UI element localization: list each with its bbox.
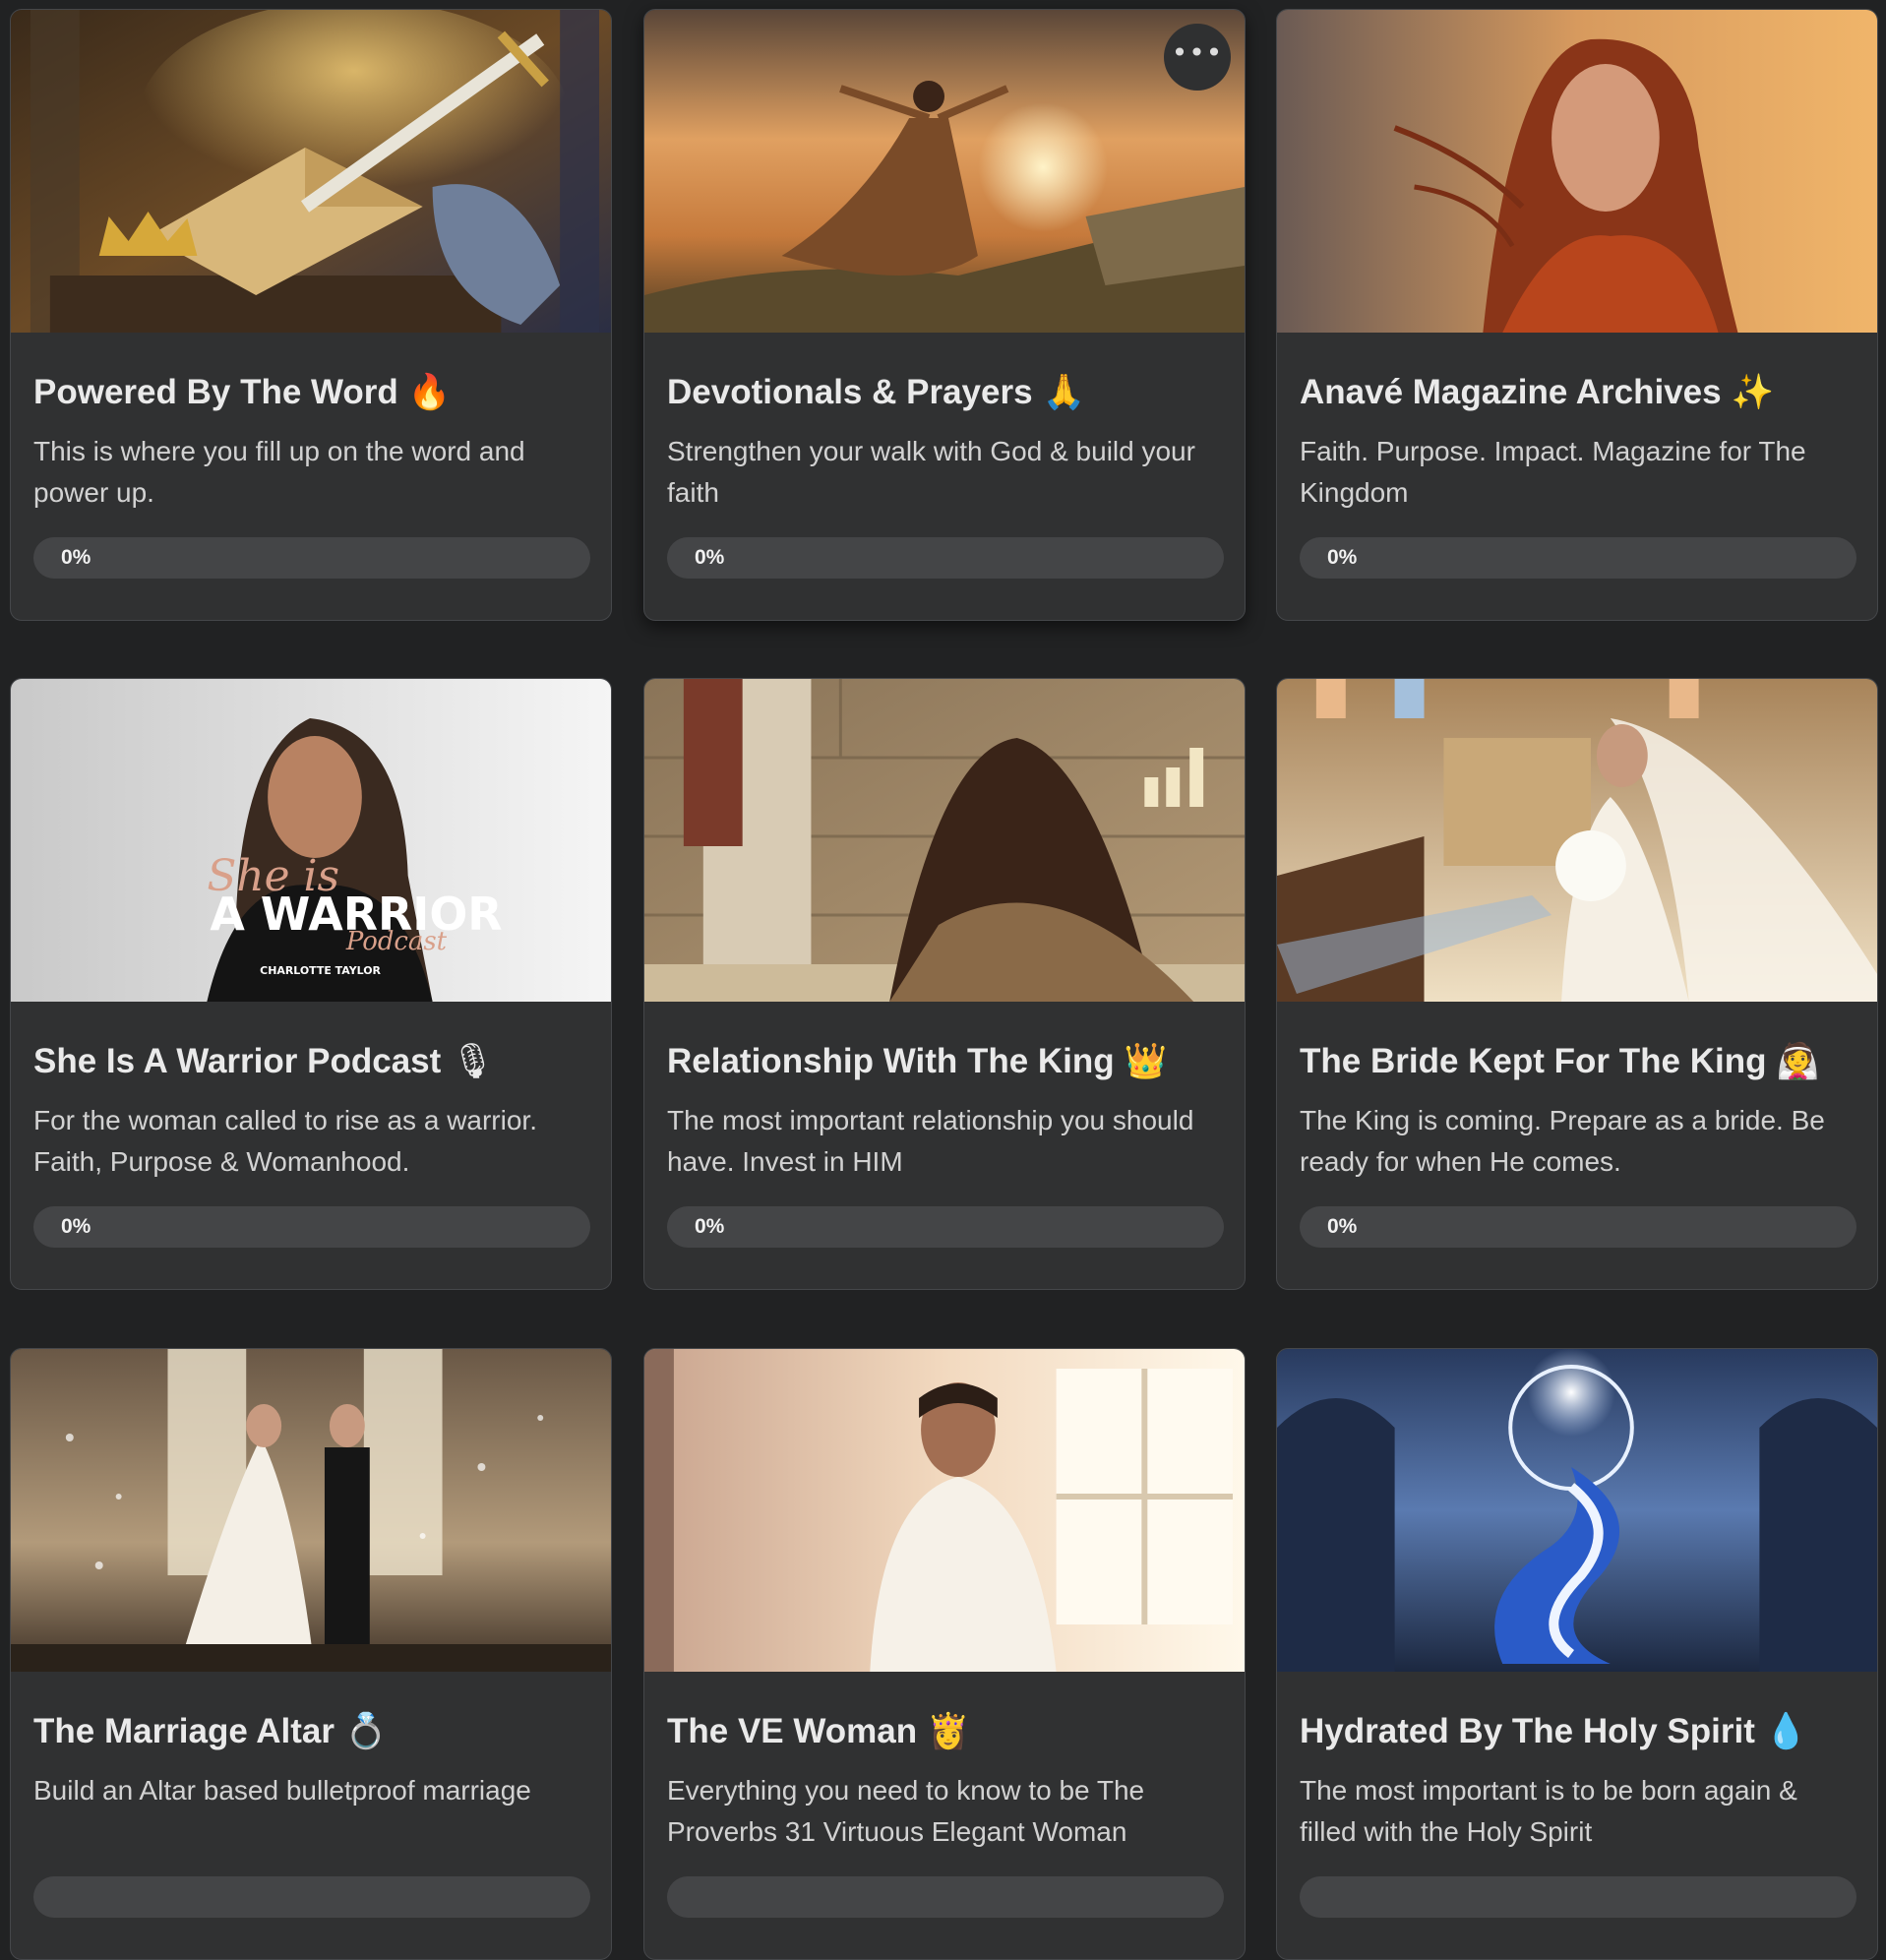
course-thumbnail-bible-sword: [11, 10, 611, 333]
praying-hands-icon: 🙏: [1042, 373, 1086, 412]
ring-icon: 💍: [344, 1712, 388, 1751]
course-title: Relationship With The King 👑: [667, 1042, 1168, 1081]
course-card-powered-by-the-word[interactable]: Powered By The Word 🔥 This is where you f…: [10, 9, 612, 621]
course-title: The Marriage Altar 💍: [33, 1712, 388, 1751]
course-card-the-ve-woman[interactable]: The VE Woman 👸 Everything you need to kno…: [643, 1348, 1246, 1960]
progress-bar: 0%: [33, 1206, 590, 1248]
course-title: The VE Woman 👸: [667, 1712, 970, 1751]
progress-bar: 0%: [1300, 537, 1856, 579]
droplet-icon: 💧: [1764, 1712, 1808, 1751]
course-card-the-bride-kept-for-the-king[interactable]: The Bride Kept For The King 👰 The King is…: [1276, 678, 1878, 1290]
course-thumbnail-woman-at-feet: [644, 679, 1245, 1002]
progress-label: 0%: [1327, 1215, 1358, 1238]
microphone-icon: 🎙: [451, 1042, 495, 1081]
course-card-anave-magazine-archives[interactable]: Anavé Magazine Archives ✨ Faith. Purpose.…: [1276, 9, 1878, 621]
progress-label: 0%: [695, 546, 725, 569]
course-thumbnail-woman-sunset-cliff: [644, 10, 1245, 333]
course-title: Powered By The Word 🔥: [33, 373, 452, 412]
course-description: The most important relationship you shou…: [667, 1105, 1194, 1177]
course-description: Faith. Purpose. Impact. Magazine for The…: [1300, 436, 1806, 508]
course-thumbnail-wedding-couple: [11, 1349, 611, 1672]
course-grid: Powered By The Word 🔥 This is where you f…: [0, 0, 1886, 1960]
course-description: For the woman called to rise as a warrio…: [33, 1105, 537, 1177]
progress-label: 0%: [61, 1215, 91, 1238]
course-description: Strengthen your walk with God & build yo…: [667, 436, 1195, 508]
crown-icon: 👑: [1124, 1042, 1168, 1081]
course-description: This is where you fill up on the word an…: [33, 436, 525, 508]
course-card-she-is-a-warrior-podcast[interactable]: She is A WARRIOR Podcast CHARLOTTE TAYLO…: [10, 678, 612, 1290]
course-description: The most important is to be born again &…: [1300, 1775, 1797, 1847]
course-description: Everything you need to know to be The Pr…: [667, 1775, 1145, 1847]
progress-bar: 0%: [667, 1206, 1224, 1248]
course-card-relationship-with-the-king[interactable]: Relationship With The King 👑 The most imp…: [643, 678, 1246, 1290]
progress-label: 0%: [695, 1215, 725, 1238]
course-title: Anavé Magazine Archives ✨: [1300, 373, 1775, 412]
course-thumbnail-cathedral-flame: [1277, 1349, 1877, 1672]
course-thumbnail-podcast-cover: She is A WARRIOR Podcast CHARLOTTE TAYLO…: [11, 679, 611, 1002]
more-options-button[interactable]: •••: [1164, 24, 1231, 91]
course-description: The King is coming. Prepare as a bride. …: [1300, 1105, 1825, 1177]
progress-bar: 0%: [667, 537, 1224, 579]
course-title: She Is A Warrior Podcast 🎙: [33, 1042, 495, 1081]
progress-bar: 0%: [1300, 1206, 1856, 1248]
podcast-cover-author: CHARLOTTE TAYLOR: [260, 964, 381, 977]
course-thumbnail-red-haired-woman: [1277, 10, 1877, 333]
course-title: The Bride Kept For The King 👰: [1300, 1042, 1820, 1081]
course-card-the-marriage-altar[interactable]: The Marriage Altar 💍 Build an Altar based…: [10, 1348, 612, 1960]
course-thumbnail-woman-white-dress: [644, 1349, 1245, 1672]
course-card-devotionals-prayers[interactable]: ••• Devotionals & Prayers 🙏 Strengthen yo…: [643, 9, 1246, 621]
progress-label: 0%: [61, 546, 91, 569]
progress-bar: 0%: [33, 537, 590, 579]
princess-icon: 👸: [927, 1712, 970, 1751]
course-title: Devotionals & Prayers 🙏: [667, 373, 1086, 412]
progress-bar: [1300, 1876, 1856, 1918]
bride-icon: 👰: [1776, 1042, 1820, 1081]
progress-bar: [33, 1876, 590, 1918]
progress-label: 0%: [1327, 546, 1358, 569]
fire-icon: 🔥: [407, 373, 452, 412]
course-description: Build an Altar based bulletproof marriag…: [33, 1775, 531, 1806]
podcast-cover-line3: Podcast: [345, 927, 448, 956]
course-thumbnail-bride-cathedral: [1277, 679, 1877, 1002]
sparkles-icon: ✨: [1731, 373, 1775, 412]
course-title: Hydrated By The Holy Spirit 💧: [1300, 1712, 1808, 1751]
progress-bar: [667, 1876, 1224, 1918]
course-card-hydrated-by-the-holy-spirit[interactable]: Hydrated By The Holy Spirit 💧 The most im…: [1276, 1348, 1878, 1960]
